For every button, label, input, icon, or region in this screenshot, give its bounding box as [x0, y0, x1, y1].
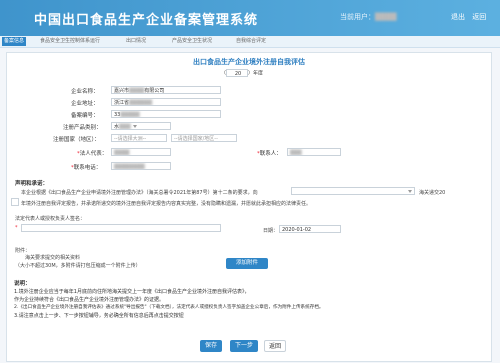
top-nav: 备案信息 食品安全卫生控制体系运行 出口情况 产品安全卫生状况 自我综合评定	[0, 36, 500, 48]
nav-item-record-info[interactable]: 备案信息	[2, 37, 27, 46]
declaration-heading: 声明和承诺：	[15, 181, 49, 187]
phone-label-text: 联系电话：	[73, 165, 102, 171]
company-addr-value: 浙江省	[114, 100, 130, 106]
record-no-label: 备案编号：	[71, 113, 99, 119]
notes-title: 说明：	[14, 281, 31, 287]
attachment-label: 附件：	[15, 248, 31, 254]
chevron-down-icon	[132, 125, 137, 128]
product-cat-label: 注册产品类别：	[63, 125, 102, 131]
contact-label: *联系人：	[257, 149, 282, 157]
product-cat-select[interactable]: 水███	[111, 122, 171, 130]
legal-rep-label-text: 法人代表：	[79, 151, 108, 157]
date-label: 日期：	[263, 228, 279, 234]
country-label: 注册国家（地区）：	[53, 137, 100, 143]
attachment-placeholder: 海关要求提交的相关资料	[25, 255, 81, 261]
current-user-label: 当前用户：	[340, 13, 375, 21]
nav-item-self-eval[interactable]: 自我综合评定	[234, 37, 268, 46]
note-line: 作为企业持续符合《出口食品生产企业境外注册管理办法》的证据。	[14, 297, 165, 303]
contact-input[interactable]: ███	[287, 148, 341, 156]
declaration-year-input[interactable]	[11, 198, 19, 206]
company-name-redacted: ████	[129, 88, 145, 94]
user-name-redacted: ████	[375, 13, 397, 21]
add-attachment-button[interactable]: 添加附件	[226, 258, 268, 269]
country-select[interactable]: --请选择国家/地区--	[171, 134, 237, 142]
back-link[interactable]: 返回	[472, 13, 486, 21]
app-header: 中国出口食品生产企业备案管理系统 当前用户：████ 退出 返回	[0, 0, 500, 36]
legal-rep-input[interactable]: ████	[111, 148, 171, 156]
nav-item-export[interactable]: 出口情况	[124, 37, 148, 46]
attachment-hint: （大小不超过30M，多附件请打包压缩成一个附件上传）	[15, 263, 141, 269]
declaration-line2: 年境外注册自我评定报告，并承诺所递交的境外注册自我评定报告内容真实完整，没有隐瞒…	[21, 201, 312, 207]
country-placeholder: --请选择国家/地区--	[174, 136, 218, 142]
chevron-down-icon	[408, 190, 412, 193]
contact-redacted: ███	[290, 150, 302, 156]
continent-select[interactable]: --请选择大洲--	[111, 134, 167, 142]
phone-label: *联系电话：	[71, 163, 101, 171]
customs-select[interactable]	[291, 187, 415, 195]
phone-redacted: ████████	[114, 164, 145, 170]
form-title: 出口食品生产企业境外注册自我评估	[193, 58, 305, 66]
legal-rep-redacted: ████	[114, 150, 130, 156]
company-addr-redacted: ██████	[129, 100, 153, 106]
note-line: 2.《出口食品生产企业境外注册自我评估表》通过系统"导出报告"（下载文档），法定…	[14, 305, 324, 310]
legal-rep-label: *法人代表：	[77, 149, 107, 157]
contact-label-text: 联系人：	[259, 151, 282, 157]
note-line: 3.请注意点击上一步、下一步按钮辅导，务必确全所有信息后再点击提交按钮	[14, 313, 184, 319]
current-user: 当前用户：████	[340, 12, 397, 22]
company-name-input[interactable]: 嘉兴市████有限公司	[111, 86, 221, 94]
nav-item-food-safety[interactable]: 食品安全卫生控制体系运行	[38, 37, 102, 46]
phone-input[interactable]: ████████	[111, 162, 171, 170]
product-cat-redacted: ███	[119, 124, 131, 130]
year-close: ）年度	[248, 70, 264, 77]
next-button[interactable]: 下一步	[230, 340, 258, 352]
company-name-value: 嘉兴市	[114, 88, 130, 94]
date-input[interactable]: 2020-01-02	[279, 225, 341, 233]
year-line: （20 ）年度	[221, 69, 263, 77]
company-addr-input[interactable]: 浙江省██████	[111, 98, 221, 106]
nav-item-product-safety[interactable]: 产品安全卫生状况	[170, 37, 214, 46]
year-input[interactable]: 20	[226, 69, 249, 77]
company-addr-label: 企业地址：	[71, 101, 99, 107]
save-button[interactable]: 保存	[200, 340, 222, 352]
continent-placeholder: --请选择大洲--	[114, 136, 147, 142]
logout-link[interactable]: 退出	[451, 13, 465, 21]
record-no-redacted: █████	[120, 112, 140, 118]
record-no-input[interactable]: 33█████	[111, 110, 221, 118]
signature-input[interactable]	[21, 224, 221, 232]
sign-label: 法定代表人或授权负责人签名：	[15, 216, 86, 222]
app-title: 中国出口食品生产企业备案管理系统	[34, 13, 259, 28]
company-name-label: 企业名称：	[71, 89, 99, 95]
company-name-tail: 有限公司	[144, 88, 165, 94]
declaration-line1: 本企业根据《出口食品生产企业申请境外注册管理办法》（海关总署令2021年第87号…	[21, 190, 258, 196]
declaration-line1-end: 海关递交20	[419, 190, 446, 196]
notes-block: 说明： 1.境外注册企业应当于每年1月底前向住所地海关提交上一年度《出口食品生产…	[14, 280, 484, 320]
back-button[interactable]: 返回	[264, 340, 286, 352]
note-line: 1.境外注册企业应当于每年1月底前向住所地海关提交上一年度《出口食品生产企业境外…	[14, 289, 250, 295]
header-links: 退出 返回	[446, 12, 486, 22]
required-star: *	[15, 225, 18, 231]
